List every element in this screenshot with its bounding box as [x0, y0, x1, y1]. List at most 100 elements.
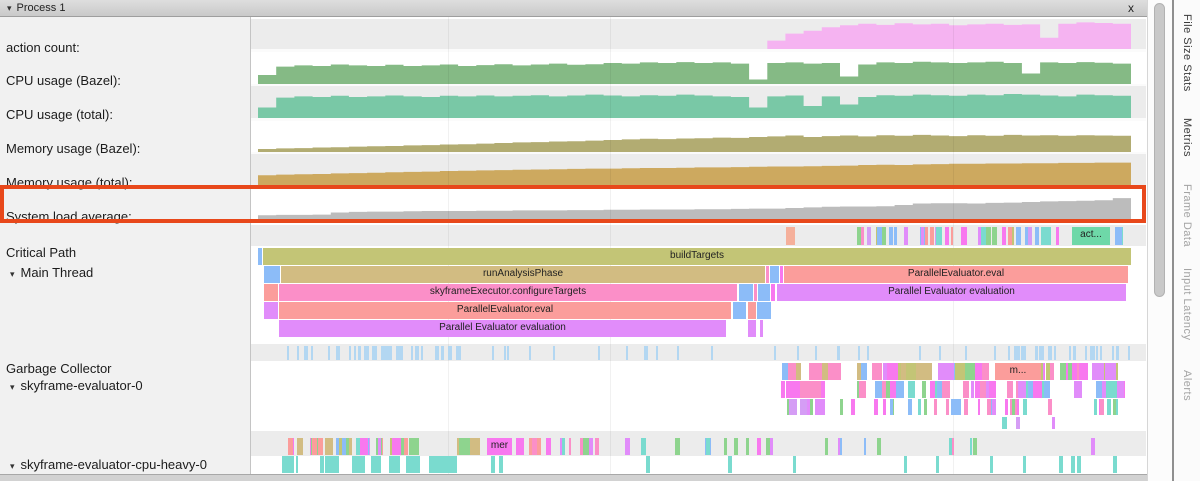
trace-slice[interactable] [1024, 399, 1026, 415]
trace-slice[interactable] [641, 438, 647, 455]
trace-slice[interactable] [287, 346, 289, 360]
trace-slice[interactable] [883, 381, 886, 398]
trace-slice[interactable] [908, 399, 913, 415]
trace-slice[interactable] [569, 438, 571, 455]
trace-slice[interactable] [371, 456, 378, 473]
trace-slice[interactable] [952, 438, 954, 455]
counter-chart[interactable] [258, 188, 1131, 220]
trace-slice[interactable] [1008, 346, 1010, 360]
trace-slice[interactable] [1112, 346, 1115, 360]
trace-slice[interactable] [746, 438, 749, 455]
trace-slice[interactable] [807, 381, 816, 398]
trace-slice[interactable]: skyframeExecutor.configureTargets [279, 284, 737, 301]
trace-slice[interactable]: act... [1072, 227, 1110, 245]
trace-slice[interactable] [937, 381, 942, 398]
collapse-arrow-icon[interactable]: ▾ [7, 3, 12, 14]
trace-slice[interactable] [939, 346, 941, 360]
trace-slice[interactable] [840, 399, 843, 415]
trace-slice[interactable] [887, 363, 898, 380]
trace-slice[interactable] [546, 438, 551, 455]
trace-slice[interactable] [877, 227, 882, 245]
trace-slice[interactable] [392, 456, 399, 473]
trace-slice[interactable] [728, 456, 732, 473]
trace-slice[interactable] [1056, 227, 1059, 245]
trace-slice[interactable] [992, 227, 997, 245]
counter-chart[interactable] [258, 52, 1131, 84]
trace-slice[interactable] [934, 399, 937, 415]
sidebar-tab-alerts[interactable]: Alerts [1181, 370, 1193, 401]
trace-slice[interactable] [360, 456, 365, 473]
trace-slice[interactable] [675, 438, 680, 455]
label-column-divider[interactable] [250, 17, 251, 481]
trace-slice[interactable] [981, 227, 986, 245]
trace-slice[interactable] [964, 399, 968, 415]
trace-slice[interactable] [789, 399, 797, 415]
trace-slice[interactable] [297, 346, 300, 360]
trace-slice[interactable] [1128, 346, 1131, 360]
trace-slice[interactable] [1021, 346, 1023, 360]
trace-slice[interactable] [646, 456, 649, 473]
trace-slice[interactable] [1092, 346, 1095, 360]
trace-slice[interactable] [875, 381, 882, 398]
trace-slice[interactable] [1068, 363, 1073, 380]
trace-slice[interactable] [754, 284, 757, 301]
trace-slice[interactable] [925, 227, 928, 245]
trace-slice[interactable] [459, 346, 461, 360]
trace-slice[interactable] [386, 346, 389, 360]
trace-slice[interactable] [706, 438, 710, 455]
sidebar-tab-frame-data[interactable]: Frame Data [1181, 184, 1193, 247]
trace-slice[interactable] [955, 363, 966, 380]
trace-slice[interactable] [258, 248, 262, 265]
collapse-arrow-icon[interactable]: ▾ [10, 461, 15, 471]
trace-slice[interactable] [1042, 346, 1044, 360]
trace-slice[interactable] [992, 399, 996, 415]
trace-slice[interactable] [1035, 346, 1038, 360]
trace-slice[interactable] [304, 346, 306, 360]
trace-slice[interactable] [491, 456, 495, 473]
sidebar-tab-input-latency[interactable]: Input Latency [1181, 268, 1193, 341]
trace-slice[interactable] [463, 438, 470, 455]
trace-slice[interactable] [1033, 381, 1038, 398]
trace-slice[interactable] [1003, 417, 1006, 429]
trace-slice[interactable] [766, 266, 769, 283]
trace-slice[interactable] [312, 438, 318, 455]
trace-slice[interactable] [1007, 381, 1013, 398]
trace-slice[interactable] [450, 346, 452, 360]
trace-slice[interactable] [1096, 381, 1102, 398]
trace-slice[interactable] [922, 381, 926, 398]
trace-slice[interactable] [1018, 381, 1026, 398]
trace-slice[interactable] [782, 363, 788, 380]
trace-slice[interactable] [989, 381, 997, 398]
trace-slice[interactable] [867, 346, 869, 360]
trace-slice[interactable] [626, 346, 628, 360]
trace-slice[interactable] [990, 456, 993, 473]
trace-slice[interactable] [1018, 346, 1021, 360]
trace-slice[interactable] [961, 227, 966, 245]
trace-slice[interactable] [1016, 417, 1020, 429]
collapse-arrow-icon[interactable]: ▾ [10, 269, 15, 279]
counter-chart[interactable] [258, 19, 1131, 49]
trace-slice[interactable] [296, 456, 298, 473]
trace-slice[interactable] [328, 346, 330, 360]
trace-slice[interactable] [404, 438, 408, 455]
trace-slice[interactable] [1077, 456, 1081, 473]
trace-slice[interactable] [1054, 346, 1056, 360]
trace-slice[interactable] [529, 438, 532, 455]
trace-slice[interactable] [595, 438, 599, 455]
trace-slice[interactable] [771, 284, 775, 301]
close-icon[interactable]: x [1128, 1, 1134, 15]
trace-slice[interactable] [529, 346, 532, 360]
trace-slice[interactable] [1100, 346, 1103, 360]
trace-slice[interactable] [1105, 363, 1116, 380]
trace-slice[interactable] [339, 438, 342, 455]
counter-chart[interactable] [258, 154, 1131, 186]
sidebar-tab-file-size-stats[interactable]: File Size Stats [1181, 14, 1193, 92]
trace-slice[interactable] [328, 456, 331, 473]
trace-slice[interactable] [936, 456, 940, 473]
trace-slice[interactable] [583, 438, 589, 455]
trace-slice[interactable] [1060, 363, 1067, 380]
horizontal-scrollbar[interactable] [0, 474, 1148, 481]
trace-slice[interactable] [945, 227, 949, 245]
trace-slice[interactable] [976, 381, 979, 398]
thread-label[interactable]: ▾skyframe-evaluator-cpu-heavy-0 [10, 457, 207, 472]
